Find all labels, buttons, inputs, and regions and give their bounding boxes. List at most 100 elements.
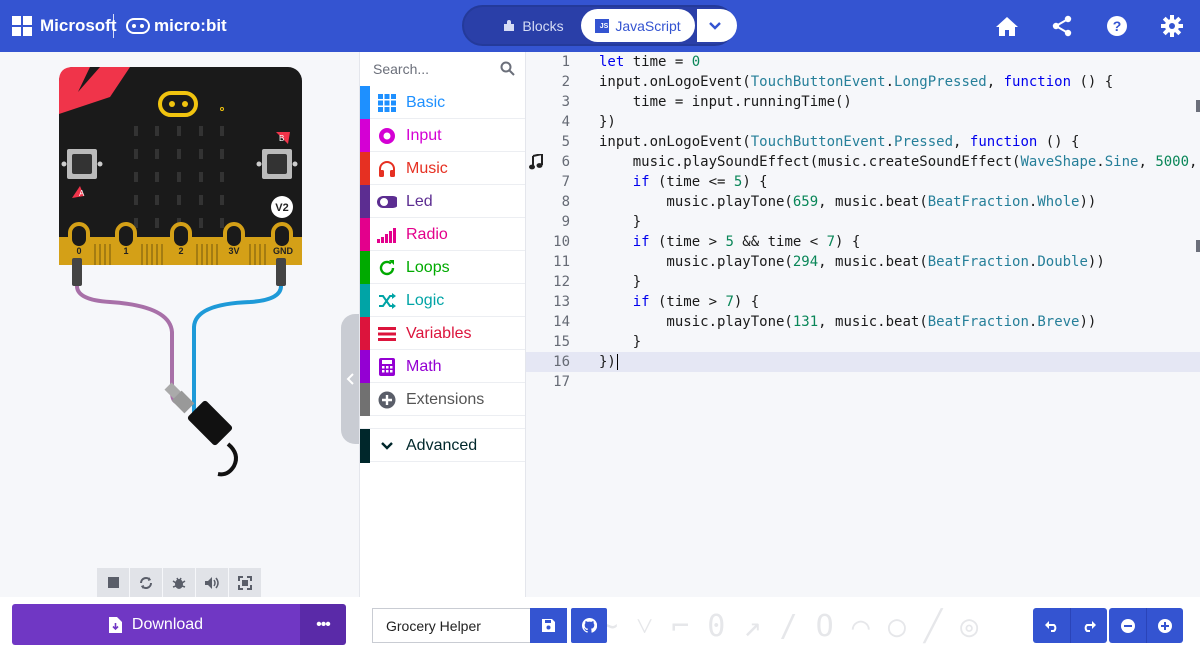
home-icon — [996, 17, 1018, 36]
category-advanced-label: Advanced — [406, 437, 478, 454]
simulator-toolbar — [97, 568, 261, 597]
microsoft-logo[interactable]: Microsoft — [12, 16, 117, 36]
stop-icon — [107, 577, 119, 588]
fullscreen-button[interactable] — [229, 568, 261, 597]
microbit-logo-icon — [126, 18, 150, 34]
shuffle-icon — [377, 291, 397, 311]
puzzle-icon — [504, 19, 515, 31]
microbit-logo[interactable]: micro:bit — [126, 16, 227, 36]
mute-button[interactable] — [196, 568, 229, 597]
stop-simulator-button[interactable] — [97, 568, 130, 597]
category-variables[interactable]: Variables — [360, 317, 525, 350]
code-line: 10 if (time > 5 && time < 7) { — [526, 232, 1200, 252]
restart-icon — [140, 576, 152, 589]
category-extensions-color — [360, 383, 370, 416]
line-number: 9 — [561, 214, 570, 230]
simulator-panel: A B V2 0 1 2 3V GND — [0, 52, 359, 597]
download-button-label: Download — [131, 615, 204, 633]
pin-label-3v: 3V — [228, 246, 239, 256]
loop-icon — [377, 258, 397, 278]
debug-button[interactable] — [163, 568, 196, 597]
category-loops[interactable]: Loops — [360, 251, 525, 284]
category-basic-label: Basic — [406, 94, 446, 111]
download-more-button[interactable]: ••• — [300, 604, 346, 645]
settings-button[interactable] — [1159, 13, 1185, 39]
category-led-label: Led — [406, 193, 433, 210]
javascript-tab[interactable]: JS JavaScript — [581, 9, 737, 42]
pin-label-2: 2 — [178, 246, 183, 256]
category-radio[interactable]: Radio — [360, 218, 525, 251]
redo-button[interactable] — [1070, 608, 1107, 643]
header-bar: Microsoft micro:bit Blocks JS JavaScript… — [0, 0, 1200, 52]
code-line: 7 if (time <= 5) { — [526, 172, 1200, 192]
headphone-jack — [164, 382, 238, 477]
category-logic-color — [360, 284, 370, 317]
github-icon — [581, 618, 597, 633]
home-button[interactable] — [994, 13, 1020, 39]
line-number: 11 — [553, 254, 570, 270]
project-name-input[interactable] — [372, 608, 530, 643]
toolbox: Basic Input Music Led Radio Loops Logic … — [359, 52, 526, 597]
zoom-out-icon — [1120, 618, 1135, 633]
pin-label-gnd: GND — [273, 246, 294, 256]
category-math-color — [360, 350, 370, 383]
line-number: 16 — [553, 354, 570, 370]
simulator-collapse-button[interactable] — [341, 314, 359, 444]
category-led[interactable]: Led — [360, 185, 525, 218]
blocks-tab-label: Blocks — [522, 17, 564, 34]
headphones-icon — [377, 159, 397, 179]
pin-label-1: 1 — [123, 246, 128, 256]
category-advanced[interactable]: Advanced — [360, 428, 525, 463]
more-icon: ••• — [316, 615, 331, 633]
restart-simulator-button[interactable] — [130, 568, 163, 597]
category-input-label: Input — [406, 127, 442, 144]
microbit-brand-label: micro:bit — [154, 16, 227, 35]
code-line: 9 } — [526, 212, 1200, 232]
code-line: 1 let time = 0 — [526, 52, 1200, 72]
save-button[interactable] — [530, 608, 567, 643]
category-variables-color — [360, 317, 370, 350]
microbit-board[interactable]: A B V2 0 1 2 3V GND — [0, 52, 359, 512]
line-number: 13 — [553, 294, 570, 310]
toolbox-search-input[interactable] — [373, 61, 493, 77]
category-loops-label: Loops — [406, 259, 450, 276]
category-logic[interactable]: Logic — [360, 284, 525, 317]
blocks-tab[interactable]: Blocks — [478, 7, 588, 44]
github-button[interactable] — [571, 608, 607, 643]
download-button[interactable]: Download — [12, 604, 300, 645]
language-dropdown[interactable] — [698, 9, 731, 42]
toggle-icon — [377, 192, 397, 212]
code-line: 12 } — [526, 272, 1200, 292]
signal-icon — [377, 225, 397, 245]
version-badge: V2 — [275, 202, 288, 214]
category-extensions[interactable]: Extensions — [360, 383, 525, 416]
search-icon[interactable] — [500, 61, 515, 76]
category-loops-color — [360, 251, 370, 284]
category-math[interactable]: Math — [360, 350, 525, 383]
line-number: 14 — [553, 314, 570, 330]
category-math-label: Math — [406, 358, 442, 375]
zoom-in-button[interactable] — [1146, 608, 1183, 643]
pin-label-0: 0 — [76, 246, 81, 256]
zoom-out-button[interactable] — [1109, 608, 1146, 643]
speaker-icon — [205, 576, 219, 589]
help-button[interactable]: ? — [1104, 13, 1130, 39]
code-line: 3 time = input.runningTime() — [526, 92, 1200, 112]
category-basic-color — [360, 86, 370, 119]
scrollbar-marker — [1196, 240, 1200, 252]
toolbox-search — [360, 52, 525, 86]
line-number: 7 — [561, 174, 570, 190]
share-icon — [1052, 15, 1072, 37]
radio-button-icon — [377, 126, 397, 146]
gear-icon — [1161, 15, 1183, 37]
share-button[interactable] — [1049, 13, 1075, 39]
undo-button[interactable] — [1033, 608, 1070, 643]
category-music[interactable]: Music — [360, 152, 525, 185]
svg-text:?: ? — [1113, 18, 1122, 34]
code-editor[interactable]: 1 let time = 0 2 input.onLogoEvent(TouchBu… — [526, 52, 1200, 597]
category-input[interactable]: Input — [360, 119, 525, 152]
category-radio-label: Radio — [406, 226, 448, 243]
category-basic[interactable]: Basic — [360, 86, 525, 119]
chevron-down-icon — [377, 436, 397, 456]
bug-icon — [172, 577, 186, 589]
